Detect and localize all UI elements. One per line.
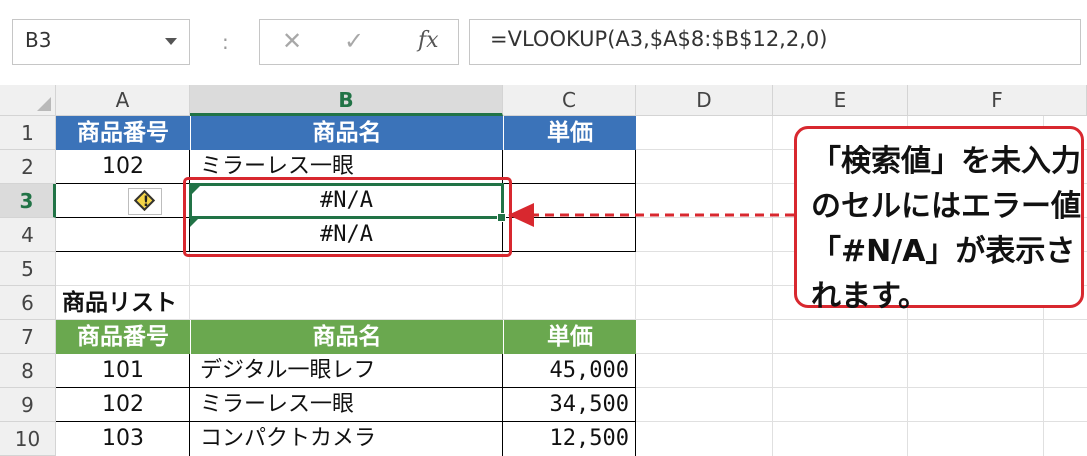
- formula-buttons: ✕ ✓ fx: [259, 19, 459, 65]
- cell-c2[interactable]: [502, 150, 636, 184]
- column-header-e[interactable]: E: [773, 85, 908, 116]
- table2-header-price[interactable]: 単価: [503, 320, 636, 354]
- table2-header-name[interactable]: 商品名: [190, 320, 503, 354]
- column-header-d[interactable]: D: [636, 85, 773, 116]
- column-header-c[interactable]: C: [503, 85, 636, 116]
- cell-a2[interactable]: 102: [56, 150, 190, 184]
- cell-b9[interactable]: ミラーレス一眼: [189, 388, 503, 422]
- gridline: [772, 116, 773, 456]
- cell-a8[interactable]: 101: [56, 354, 190, 388]
- table2-header-code[interactable]: 商品番号: [56, 320, 190, 354]
- cell-b10[interactable]: コンパクトカメラ: [189, 422, 503, 456]
- formula-bar: B3 : ✕ ✓ fx =VLOOKUP(A3,$A$8:$B$12,2,0): [0, 0, 1087, 85]
- row-header-10[interactable]: 10: [0, 422, 56, 456]
- callout-box: 「検索値」を未入力のセルにはエラー値「#N/A」が表示されます。: [794, 126, 1084, 314]
- select-all-corner[interactable]: [0, 85, 56, 116]
- error-highlight-box: [183, 177, 512, 257]
- callout-arrow: [508, 203, 794, 227]
- formula-input[interactable]: =VLOOKUP(A3,$A$8:$B$12,2,0): [469, 19, 1081, 65]
- name-box-value: B3: [25, 28, 52, 52]
- row-header-8[interactable]: 8: [0, 354, 56, 388]
- cell-a4[interactable]: [56, 218, 190, 252]
- corner-triangle-icon: [37, 97, 51, 111]
- cell-a9[interactable]: 102: [56, 388, 190, 422]
- table1-header-code[interactable]: 商品番号: [56, 116, 190, 150]
- cell-b8[interactable]: デジタル一眼レフ: [189, 354, 503, 388]
- row-header-5[interactable]: 5: [0, 252, 56, 286]
- column-header-b[interactable]: B: [190, 85, 503, 116]
- row-header-2[interactable]: 2: [0, 150, 56, 184]
- name-box[interactable]: B3: [12, 19, 190, 65]
- chevron-down-icon[interactable]: [165, 38, 177, 45]
- row-header-9[interactable]: 9: [0, 388, 56, 422]
- row-header-3[interactable]: 3: [0, 184, 56, 218]
- separator-handle[interactable]: :: [222, 30, 229, 54]
- table1-header-price[interactable]: 単価: [503, 116, 636, 150]
- cell-c8[interactable]: 45,000: [502, 354, 636, 388]
- enter-icon[interactable]: ✓: [344, 27, 364, 55]
- row-header-7[interactable]: 7: [0, 320, 56, 354]
- table1-header-name[interactable]: 商品名: [190, 116, 503, 150]
- formula-text: =VLOOKUP(A3,$A$8:$B$12,2,0): [490, 27, 828, 51]
- insert-function-icon[interactable]: fx: [418, 28, 439, 53]
- row-header-4[interactable]: 4: [0, 218, 56, 252]
- cell-c9[interactable]: 34,500: [502, 388, 636, 422]
- row-header-1[interactable]: 1: [0, 116, 56, 150]
- cell-a3[interactable]: [56, 184, 190, 218]
- cancel-icon[interactable]: ✕: [282, 27, 302, 55]
- arrow-head-icon: [508, 203, 534, 227]
- cell-a10[interactable]: 103: [56, 422, 190, 456]
- row-header-6[interactable]: 6: [0, 286, 56, 320]
- column-header-a[interactable]: A: [56, 85, 190, 116]
- table2-title[interactable]: 商品リスト: [62, 286, 177, 320]
- cell-c10[interactable]: 12,500: [502, 422, 636, 456]
- callout-text: 「検索値」を未入力のセルにはエラー値「#N/A」が表示されます。: [811, 144, 1081, 314]
- column-header-f[interactable]: F: [908, 85, 1087, 116]
- warning-diamond-icon[interactable]: !: [128, 188, 162, 215]
